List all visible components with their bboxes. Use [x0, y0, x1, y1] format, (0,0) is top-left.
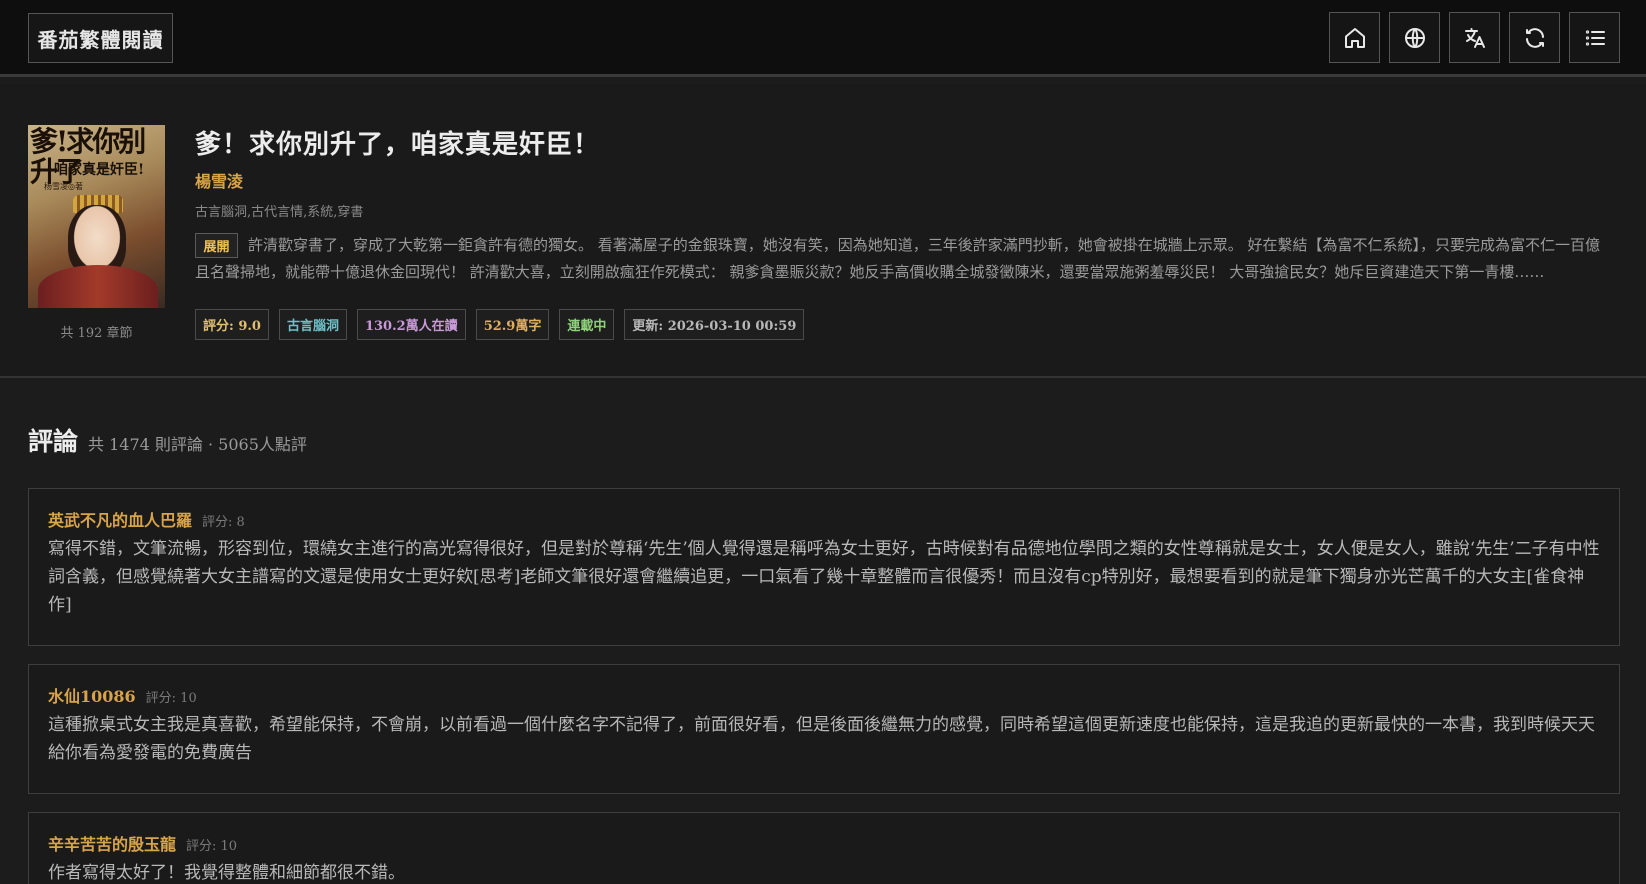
- comment-text: 寫得不錯，文筆流暢，形容到位，環繞女主進行的高光寫得很好，但是對於尊稱‘先生’個…: [48, 539, 1600, 615]
- book-synopsis: 許清歡穿書了，穿成了大乾第一鉅貪許有德的獨女。 看著滿屋子的金銀珠寶，她沒有笑，…: [195, 236, 1601, 281]
- book-info-panel: 爹!求你别升了 咱家真是奸臣! 杨雪凌◎著 共 192 章節 爹！求你別升了，咱…: [0, 84, 1646, 378]
- globe-icon: [1404, 27, 1425, 48]
- home-button[interactable]: [1329, 12, 1380, 63]
- refresh-icon: [1525, 27, 1544, 48]
- home-icon: [1344, 27, 1365, 48]
- comment-item: 英武不凡的血人巴羅 評分: 8 寫得不錯，文筆流暢，形容到位，環繞女主進行的高光…: [28, 488, 1620, 646]
- book-author[interactable]: 楊雪淩: [195, 168, 243, 192]
- chapter-count: 共 192 章節: [60, 326, 133, 341]
- comments-header: 評論 共 1474 則評論 · 5065人點評: [28, 422, 307, 458]
- translate-button[interactable]: [1449, 12, 1500, 63]
- comment-item: 水仙10086 評分: 10 這種掀桌式女主我是真喜歡，希望能保持，不會崩，以前…: [28, 664, 1620, 794]
- expand-synopsis-button[interactable]: 展開: [195, 233, 238, 258]
- list-icon: [1585, 29, 1605, 46]
- book-cover[interactable]: 爹!求你别升了 咱家真是奸臣! 杨雪凌◎著: [28, 125, 165, 308]
- readers-tag: 130.2萬人在讀: [356, 309, 466, 340]
- comment-score: 評分: 10: [145, 691, 197, 706]
- book-tags: 評分: 9.0 古言腦洞 130.2萬人在讀 52.9萬字 連載中 更新: 20…: [195, 309, 805, 340]
- cover-robe: [38, 265, 158, 308]
- status-tag: 連載中: [559, 309, 615, 340]
- category-tag[interactable]: 古言腦洞: [278, 309, 347, 340]
- comment-item: 辛辛苦苦的殷玉龍 評分: 10 作者寫得太好了！我覺得整體和細節都很不錯。: [28, 812, 1620, 884]
- book-genres: 古言腦洞,古代言情,系統,穿書: [195, 205, 364, 220]
- comment-user[interactable]: 英武不凡的血人巴羅: [48, 507, 192, 531]
- comment-score: 評分: 8: [202, 515, 245, 530]
- comments-heading: 評論: [28, 427, 79, 456]
- comments-summary: 共 1474 則評論 · 5065人點評: [88, 435, 307, 454]
- cover-author: 杨雪凌◎著: [44, 182, 83, 191]
- comment-text: 這種掀桌式女主我是真喜歡，希望能保持，不會崩，以前看過一個什麼名字不記得了，前面…: [48, 715, 1595, 763]
- translate-icon: [1464, 27, 1485, 48]
- rating-tag: 評分: 9.0: [195, 309, 269, 340]
- comment-user[interactable]: 水仙10086: [48, 683, 136, 707]
- comment-user[interactable]: 辛辛苦苦的殷玉龍: [48, 831, 176, 855]
- comment-score: 評分: 10: [186, 839, 238, 854]
- book-title: 爹！求你別升了，咱家真是奸臣！: [195, 130, 601, 160]
- menu-button[interactable]: [1569, 12, 1620, 63]
- language-button[interactable]: [1389, 12, 1440, 63]
- cover-subtitle: 咱家真是奸臣!: [54, 162, 145, 178]
- site-logo[interactable]: 番茄繁體閱讀: [28, 13, 173, 63]
- word-count-tag: 52.9萬字: [475, 309, 550, 340]
- top-bar: 番茄繁體閱讀: [0, 0, 1646, 77]
- comment-text: 作者寫得太好了！我覺得整體和細節都很不錯。: [48, 863, 405, 883]
- updated-tag: 更新: 2026-03-10 00:59: [624, 309, 805, 340]
- refresh-button[interactable]: [1509, 12, 1560, 63]
